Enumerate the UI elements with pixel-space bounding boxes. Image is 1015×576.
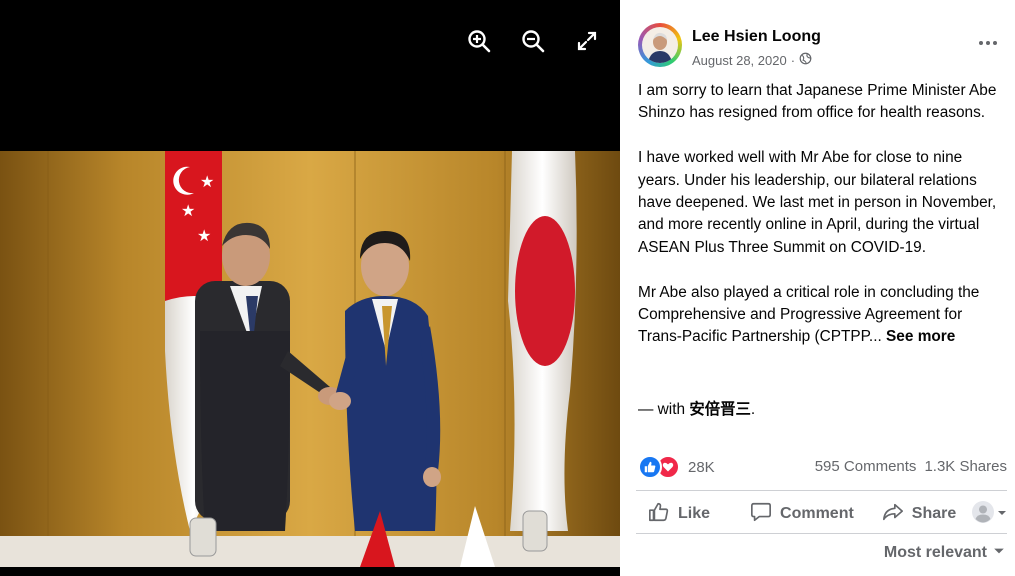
like-button[interactable]: Like xyxy=(648,501,710,528)
photo-illustration: ★ ★ ★ xyxy=(0,151,620,567)
divider-top xyxy=(636,490,1007,491)
avatar[interactable] xyxy=(638,23,682,67)
comment-icon xyxy=(750,501,772,528)
post-paragraph-1: I am sorry to learn that Japanese Prime … xyxy=(638,82,997,122)
comment-sort-selector[interactable]: Most relevant xyxy=(884,544,1005,562)
shares-count[interactable]: 1.3K Shares xyxy=(924,458,1007,475)
viewer-controls xyxy=(466,28,600,54)
globe-icon xyxy=(799,52,812,68)
caret-down-icon xyxy=(997,505,1007,523)
meta-separator: · xyxy=(790,52,796,68)
svg-text:★: ★ xyxy=(197,226,211,245)
share-icon xyxy=(882,501,904,528)
sort-label: Most relevant xyxy=(883,544,987,561)
share-label: Share xyxy=(911,505,957,522)
zoom-out-icon[interactable] xyxy=(520,28,546,54)
fullscreen-icon[interactable] xyxy=(574,28,600,54)
comment-label: Comment xyxy=(780,505,854,522)
avatar-photo xyxy=(642,27,678,63)
action-bar: Like Comment Share xyxy=(636,499,1007,529)
reaction-count: 28K xyxy=(688,458,715,476)
post-body: I am sorry to learn that Japanese Prime … xyxy=(638,80,1008,371)
more-options-icon[interactable] xyxy=(975,33,1001,53)
photo-viewer: ★ ★ ★ xyxy=(0,0,620,576)
post-meta: August 28, 2020 · xyxy=(692,52,812,68)
post-panel: Lee Hsien Loong August 28, 2020 · I am s… xyxy=(620,7,1015,576)
svg-text:★: ★ xyxy=(181,201,195,220)
like-label: Like xyxy=(678,505,711,522)
with-prefix: — with xyxy=(638,401,686,418)
comment-button[interactable]: Comment xyxy=(750,501,854,528)
post-photo[interactable]: ★ ★ ★ xyxy=(0,151,620,567)
share-button[interactable]: Share xyxy=(882,501,956,528)
caret-down-icon xyxy=(993,544,1005,562)
divider-bottom xyxy=(636,533,1007,534)
tagged-person-link[interactable]: 安倍晋三 xyxy=(689,401,751,418)
tagged-line: — with 安倍晋三. xyxy=(638,397,755,419)
author-name[interactable]: Lee Hsien Loong xyxy=(692,28,821,46)
engagement-counts: 595 Comments 1.3K Shares xyxy=(815,458,1007,475)
zoom-in-icon[interactable] xyxy=(466,28,492,54)
thumbs-up-icon xyxy=(648,501,670,528)
post-paragraph-2: I have worked well with Mr Abe for close… xyxy=(638,149,997,256)
like-reaction-icon xyxy=(638,455,662,479)
reactions-summary[interactable]: 28K xyxy=(638,455,715,479)
profile-selector[interactable] xyxy=(971,500,1007,529)
svg-text:★: ★ xyxy=(200,172,214,191)
profile-avatar-icon xyxy=(971,500,995,529)
see-more-link[interactable]: See more xyxy=(886,328,955,345)
post-date[interactable]: August 28, 2020 xyxy=(692,53,787,68)
comments-count[interactable]: 595 Comments xyxy=(815,458,917,475)
with-suffix: . xyxy=(750,401,756,418)
post-paragraph-3: Mr Abe also played a critical role in co… xyxy=(638,282,1008,349)
